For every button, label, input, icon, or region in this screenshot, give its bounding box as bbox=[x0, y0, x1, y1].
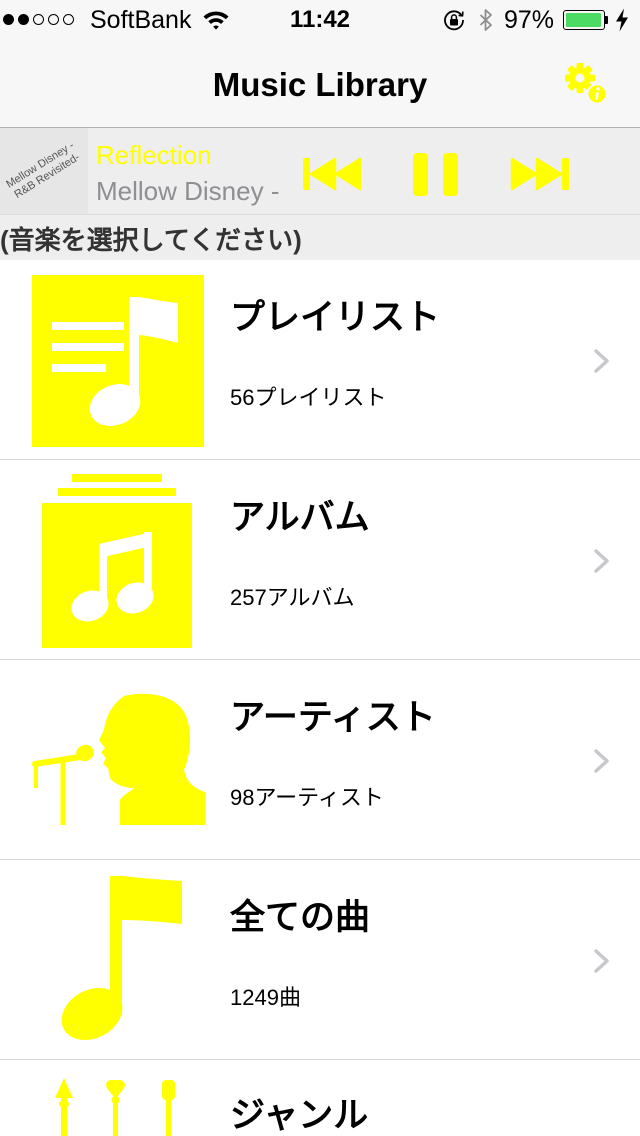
section-header: (音楽を選択してください) bbox=[0, 215, 640, 260]
category-title: 全ての曲 bbox=[230, 898, 371, 937]
battery-icon bbox=[563, 10, 605, 30]
carrier-name: SoftBank bbox=[90, 6, 192, 34]
battery-nub bbox=[605, 16, 608, 24]
category-row-playlists[interactable]: プレイリスト 56プレイリスト bbox=[0, 260, 640, 460]
charging-bolt-icon bbox=[616, 8, 628, 32]
category-count: 56プレイリスト bbox=[230, 385, 387, 410]
category-count: 257アルバム bbox=[230, 585, 355, 610]
category-list: プレイリスト 56プレイリスト アルバム 257アルバム アーティスト 98アー… bbox=[0, 260, 640, 1136]
signal-dot bbox=[18, 14, 29, 25]
chevron-right-icon bbox=[594, 549, 609, 573]
artist-icon bbox=[32, 693, 205, 825]
signal-strength-indicator bbox=[3, 14, 74, 26]
album-icon bbox=[42, 474, 192, 648]
genre-icon bbox=[55, 1078, 175, 1136]
clock: 11:42 bbox=[289, 6, 351, 33]
battery-fill bbox=[566, 13, 601, 27]
category-row-genres[interactable]: ジャンル bbox=[0, 1060, 640, 1136]
signal-dot bbox=[48, 14, 59, 25]
pause-icon[interactable] bbox=[412, 153, 460, 197]
track-title: Reflection bbox=[96, 140, 212, 170]
next-track-icon[interactable] bbox=[510, 156, 570, 192]
signal-dot bbox=[33, 14, 44, 25]
top-bars: SoftBank 11:42 97% Music Library bbox=[0, 0, 640, 128]
page-title: Music Library bbox=[212, 66, 428, 103]
signal-dot bbox=[63, 14, 74, 25]
now-playing-bar: Mellow Disney - R&B Revisited- Reflectio… bbox=[0, 128, 640, 215]
playlist-icon bbox=[32, 275, 204, 447]
song-icon bbox=[61, 876, 182, 1040]
album-artwork[interactable]: Mellow Disney - R&B Revisited- bbox=[0, 128, 88, 214]
chevron-right-icon bbox=[594, 349, 609, 373]
category-row-all-songs[interactable]: 全ての曲 1249曲 bbox=[0, 860, 640, 1060]
category-row-albums[interactable]: アルバム 257アルバム bbox=[0, 460, 640, 660]
category-title: プレイリスト bbox=[230, 298, 441, 337]
battery-percentage: 97% bbox=[504, 6, 555, 34]
chevron-right-icon bbox=[594, 749, 609, 773]
category-title: ジャンル bbox=[230, 1096, 369, 1135]
category-title: アルバム bbox=[230, 498, 370, 537]
chevron-right-icon bbox=[594, 949, 609, 973]
artwork-text: Mellow Disney - R&B Revisited- bbox=[4, 139, 84, 202]
previous-track-icon[interactable] bbox=[302, 156, 362, 192]
signal-dot bbox=[3, 14, 14, 25]
section-header-text: (音楽を選択してください) bbox=[0, 225, 302, 255]
category-row-artists[interactable]: アーティスト 98アーティスト bbox=[0, 660, 640, 860]
category-title: アーティスト bbox=[230, 698, 436, 737]
track-album: Mellow Disney - bbox=[96, 176, 280, 206]
category-count: 98アーティスト bbox=[230, 785, 384, 810]
rotation-lock-icon bbox=[444, 10, 464, 31]
settings-info-icon[interactable] bbox=[560, 58, 610, 106]
bluetooth-icon bbox=[479, 9, 492, 31]
now-playing-info[interactable]: Reflection Mellow Disney - bbox=[96, 128, 296, 214]
category-count: 1249曲 bbox=[230, 985, 301, 1010]
